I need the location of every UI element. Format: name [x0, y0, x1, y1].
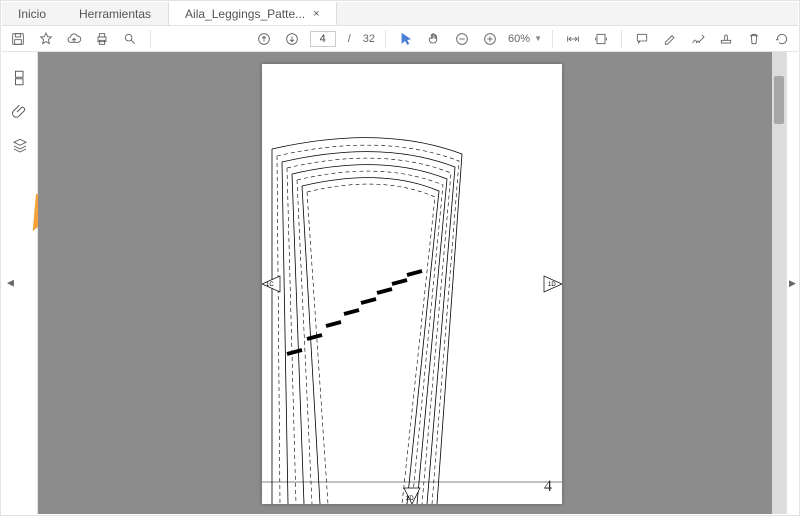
layers-icon[interactable] — [10, 136, 30, 156]
attachment-icon[interactable] — [10, 102, 30, 122]
search-icon[interactable] — [120, 29, 140, 49]
chevron-down-icon: ▼ — [534, 34, 542, 43]
tab-tools[interactable]: Herramientas — [63, 2, 168, 25]
fit-width-icon[interactable] — [563, 29, 583, 49]
separator — [552, 30, 553, 48]
scrollbar-thumb[interactable] — [774, 76, 784, 124]
save-icon[interactable] — [8, 29, 28, 49]
minus-circle-icon[interactable] — [452, 29, 472, 49]
pattern-graphic: 1C 1D 2D — [262, 64, 562, 504]
right-rail: ▶ — [786, 52, 798, 514]
match-mark-bottom: 2D — [406, 496, 414, 502]
comment-icon[interactable] — [632, 29, 652, 49]
right-collapse-icon[interactable]: ▶ — [789, 278, 796, 289]
side-rail: ◀ — [2, 52, 38, 514]
tab-strip: Inicio Herramientas Aila_Leggings_Patte.… — [2, 2, 798, 26]
thumbnails-icon[interactable] — [10, 68, 30, 88]
cursor-icon[interactable] — [396, 29, 416, 49]
hand-icon[interactable] — [424, 29, 444, 49]
rail-collapse-icon[interactable]: ◀ — [7, 278, 14, 289]
plus-circle-icon[interactable] — [480, 29, 500, 49]
page-number-label: 4 — [544, 478, 552, 496]
star-icon[interactable] — [36, 29, 56, 49]
fit-page-icon[interactable] — [591, 29, 611, 49]
main-toolbar: / 32 60% ▼ — [2, 26, 798, 52]
match-mark-right: 1D — [548, 282, 556, 288]
arrow-up-circle-icon[interactable] — [254, 29, 274, 49]
arrow-down-circle-icon[interactable] — [282, 29, 302, 49]
page-number-input[interactable] — [310, 31, 336, 47]
separator — [621, 30, 622, 48]
stamp-icon[interactable] — [716, 29, 736, 49]
tab-home[interactable]: Inicio — [2, 2, 63, 25]
scrollbar-track[interactable] — [772, 52, 786, 514]
separator — [385, 30, 386, 48]
highlight-icon[interactable] — [660, 29, 680, 49]
print-icon[interactable] — [92, 29, 112, 49]
zoom-value: 60% — [508, 33, 530, 45]
zoom-select[interactable]: 60% ▼ — [508, 33, 542, 45]
tab-home-label: Inicio — [18, 7, 46, 21]
page-separator: / — [348, 33, 351, 45]
close-icon[interactable]: × — [313, 8, 319, 20]
page-total: 32 — [363, 33, 375, 45]
match-mark-left: 1C — [266, 282, 274, 288]
sign-icon[interactable] — [688, 29, 708, 49]
tab-document-label: Aila_Leggings_Patte... — [185, 7, 305, 21]
tab-document[interactable]: Aila_Leggings_Patte... × — [168, 2, 337, 25]
rotate-icon[interactable] — [772, 29, 792, 49]
trash-icon[interactable] — [744, 29, 764, 49]
tab-tools-label: Herramientas — [79, 7, 151, 21]
pdf-page: 1C 1D 2D 4 — [262, 64, 562, 504]
document-viewport[interactable]: 1C 1D 2D 4 — [38, 52, 786, 514]
separator — [150, 30, 151, 48]
cloud-upload-icon[interactable] — [64, 29, 84, 49]
